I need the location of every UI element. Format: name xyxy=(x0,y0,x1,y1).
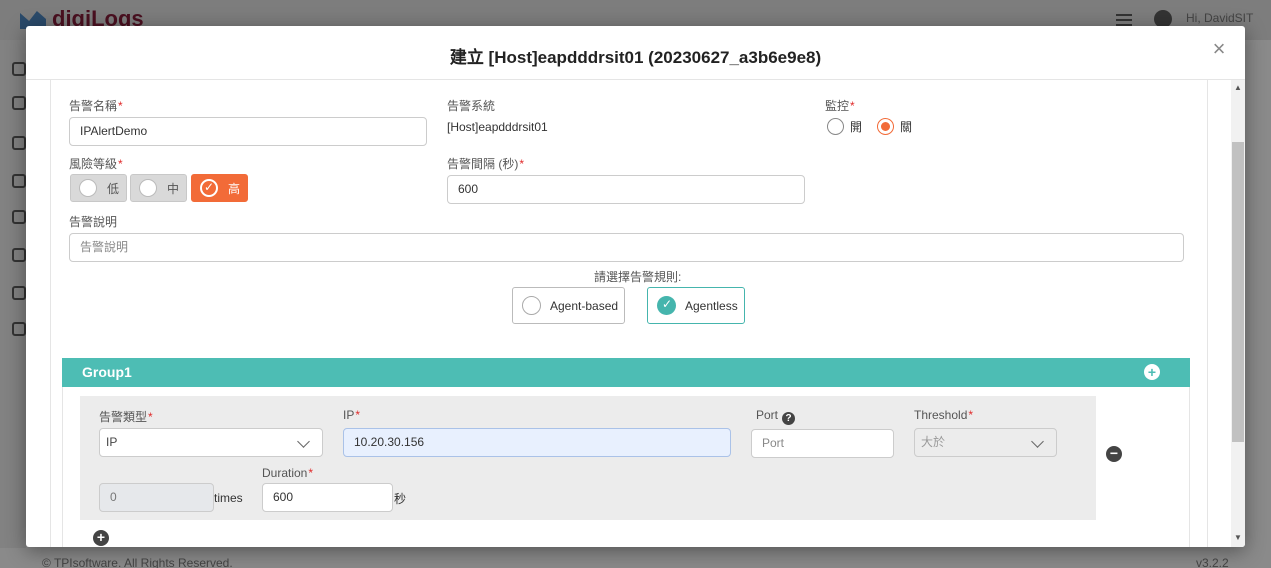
sidebar-search-icon[interactable] xyxy=(12,174,26,188)
rule-agentless-button[interactable]: Agentless xyxy=(647,287,745,324)
radio-circle xyxy=(827,118,844,135)
scroll-down-arrow-icon[interactable]: ▼ xyxy=(1232,533,1244,543)
threshold-select[interactable]: 大於 xyxy=(914,428,1057,457)
sidebar-dashboard-icon[interactable] xyxy=(12,96,26,110)
remove-condition-minus-icon[interactable]: − xyxy=(1106,446,1122,462)
sidebar-user-icon[interactable] xyxy=(12,62,26,76)
check-circle-icon xyxy=(657,296,676,315)
sidebar-settings-icon[interactable] xyxy=(12,322,26,336)
sidebar-menu-icon[interactable] xyxy=(12,248,26,262)
scrollbar-thumb[interactable] xyxy=(1232,142,1244,442)
alert-interval-input[interactable]: 600 xyxy=(447,175,805,204)
rule-prompt-label: 請選擇告警規則: xyxy=(594,270,682,284)
monitor-off-radio[interactable]: 關 xyxy=(877,118,912,135)
chevron-down-icon xyxy=(297,435,310,448)
add-condition-plus-icon[interactable]: + xyxy=(93,530,109,546)
threshold-label: Threshold* xyxy=(914,408,974,422)
alert-description-input[interactable]: 告警說明 xyxy=(69,233,1184,262)
toggle-dot-icon xyxy=(139,179,157,197)
port-input[interactable]: Port xyxy=(751,429,894,458)
risk-level-label: 風險等級* xyxy=(69,157,123,171)
alert-name-input[interactable]: IPAlertDemo xyxy=(69,117,427,146)
duration-label: Duration* xyxy=(262,466,314,480)
radio-circle xyxy=(522,296,541,315)
toggle-dot-icon xyxy=(79,179,97,197)
rule-agent-based-button[interactable]: Agent-based xyxy=(512,287,625,324)
group-title: Group1 xyxy=(82,364,132,380)
close-icon[interactable]: × xyxy=(1209,38,1229,60)
alert-system-label: 告警系統 xyxy=(447,99,496,113)
sidebar-chart-icon[interactable] xyxy=(12,210,26,224)
scroll-up-arrow-icon[interactable]: ▲ xyxy=(1232,83,1244,93)
version-text: v3.2.2 xyxy=(1196,556,1229,568)
alert-system-value: [Host]eapdddrsit01 xyxy=(447,120,548,134)
monitor-label: 監控* xyxy=(825,99,855,113)
sidebar-list-icon[interactable] xyxy=(12,136,26,150)
alert-name-label: 告警名稱* xyxy=(69,99,123,113)
app-sidebar xyxy=(0,40,26,550)
create-alert-modal: 建立 [Host]eapdddrsit01 (20230627_a3b6e9e8… xyxy=(26,26,1245,547)
alert-type-select[interactable]: IP xyxy=(99,428,323,457)
duration-unit-label: 秒 xyxy=(394,492,407,506)
alert-type-label: 告警類型* xyxy=(99,410,153,424)
sidebar-sum-icon[interactable] xyxy=(12,286,26,300)
copyright-text: © TPIsoftware. All Rights Reserved. xyxy=(42,556,233,568)
alert-interval-label: 告警間隔 (秒)* xyxy=(447,157,524,171)
chevron-down-icon xyxy=(1031,435,1044,448)
duration-input[interactable]: 600 xyxy=(262,483,393,512)
help-icon[interactable]: ? xyxy=(782,412,796,425)
ip-label: IP* xyxy=(343,408,361,422)
modal-title: 建立 [Host]eapdddrsit01 (20230627_a3b6e9e8… xyxy=(449,48,822,67)
times-unit-label: times xyxy=(214,491,243,505)
times-input[interactable]: 0 xyxy=(99,483,214,512)
app-footer: © TPIsoftware. All Rights Reserved. v3.2… xyxy=(0,548,1271,568)
monitor-on-radio[interactable]: 開 xyxy=(827,118,862,135)
hamburger-menu-icon[interactable] xyxy=(1116,14,1132,26)
modal-header: 建立 [Host]eapdddrsit01 (20230627_a3b6e9e8… xyxy=(26,26,1245,80)
add-group-plus-icon[interactable]: + xyxy=(1144,364,1160,380)
risk-low-button[interactable]: 低 xyxy=(70,174,127,202)
port-label: Port? xyxy=(756,408,796,425)
alert-description-label: 告警說明 xyxy=(69,215,118,229)
user-greeting[interactable]: Hi, DavidSIT xyxy=(1186,11,1253,25)
risk-high-button[interactable]: 高 xyxy=(191,174,248,202)
risk-medium-button[interactable]: 中 xyxy=(130,174,187,202)
check-icon xyxy=(200,179,218,197)
ip-input[interactable]: 10.20.30.156 xyxy=(343,428,731,457)
group-header: Group1 + xyxy=(62,358,1190,387)
modal-body: 告警名稱* IPAlertDemo 告警系統 [Host]eapdddrsit0… xyxy=(26,80,1245,547)
radio-circle-selected xyxy=(877,118,894,135)
